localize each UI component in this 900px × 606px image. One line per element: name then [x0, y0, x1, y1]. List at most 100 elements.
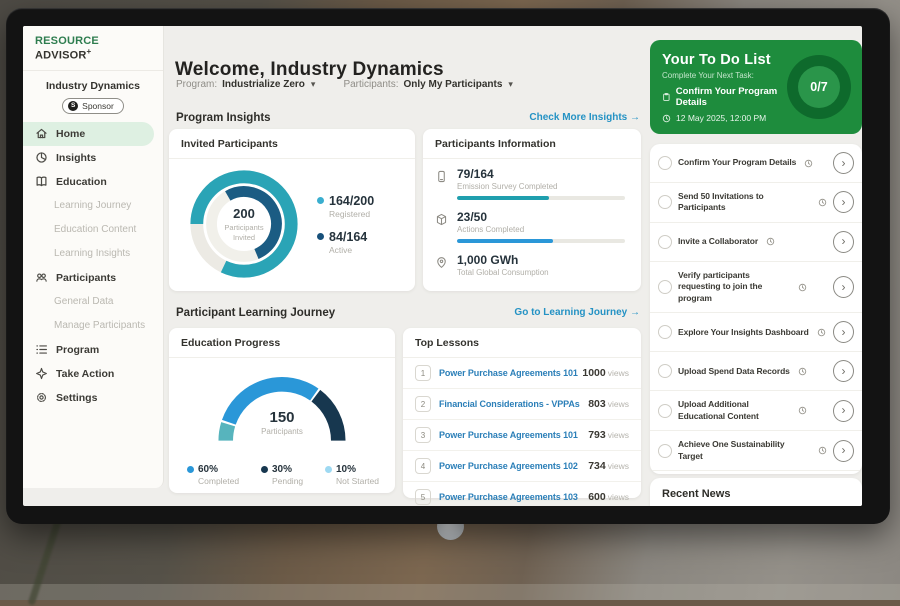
chevron-right-button[interactable]: ›: [833, 440, 854, 462]
todo-item-label: Explore Your Insights Dashboard: [678, 327, 809, 338]
checkbox-circle[interactable]: [658, 235, 672, 249]
chevron-right-button[interactable]: ›: [833, 276, 854, 298]
todo-item[interactable]: Complete Your Learning Journey ›: [650, 471, 862, 474]
actions-cube-icon: [435, 213, 448, 226]
sidebar-item-label: Manage Participants: [54, 320, 145, 331]
todo-item[interactable]: Verify participants requesting to join t…: [650, 262, 862, 313]
sidebar-nav: Home Insights Education Learning Journey…: [23, 122, 163, 410]
todo-progress-value: 0/7: [798, 66, 840, 108]
todo-item[interactable]: Achieve One Sustainability Target ›: [650, 431, 862, 471]
sidebar: RESOURCE ADVISOR+ Industry Dynamics S Sp…: [23, 26, 164, 488]
program-icon: [35, 343, 48, 356]
actions-progress-bar: [457, 239, 625, 243]
sponsor-badge[interactable]: S Sponsor: [62, 98, 124, 114]
invited-card-body: 200 Participants Invited 164/200 Registe…: [169, 159, 415, 283]
lesson-link[interactable]: Power Purchase Agreements 101: [439, 430, 588, 440]
sidebar-item-education-content[interactable]: Education Content: [23, 218, 163, 242]
checkbox-circle[interactable]: [658, 325, 672, 339]
sidebar-item-label: Participants: [56, 272, 116, 284]
participants-filter-dropdown[interactable]: Participants: Only My Participants ▾: [343, 79, 512, 90]
sidebar-item-learning-insights[interactable]: Learning Insights: [23, 242, 163, 266]
sidebar-item-insights[interactable]: Insights: [23, 146, 163, 170]
lesson-link[interactable]: Power Purchase Agreements 102: [439, 461, 588, 471]
todo-next-task: Confirm Your Program Details: [650, 80, 794, 108]
legend-item-completed: 60% Completed: [187, 464, 239, 486]
chevron-right-button[interactable]: ›: [833, 191, 854, 213]
lesson-views: 1000: [582, 367, 605, 379]
account-name: Industry Dynamics: [23, 80, 163, 92]
lesson-row[interactable]: 5 Power Purchase Agreements 103 600views: [403, 482, 641, 506]
chevron-right-button[interactable]: ›: [833, 152, 854, 174]
sidebar-item-label: Education Content: [54, 224, 136, 235]
sidebar-item-label: Program: [56, 344, 99, 356]
todo-item[interactable]: Explore Your Insights Dashboard ›: [650, 313, 862, 352]
legend-item-registered: 164/200 Registered: [317, 194, 374, 219]
gauge-center-value: 150: [269, 409, 294, 426]
lesson-views: 734: [588, 460, 606, 472]
checkbox-circle[interactable]: [658, 195, 672, 209]
donut-legend: 164/200 Registered 84/164 Active: [317, 183, 374, 266]
sidebar-item-manage-participants[interactable]: Manage Participants: [23, 314, 163, 338]
sidebar-item-settings[interactable]: Settings: [23, 386, 163, 410]
gauge-center-label: Participants: [187, 427, 377, 436]
todo-item[interactable]: Send 50 Invitations to Participants ›: [650, 183, 862, 223]
gauge-legend: 60% Completed 30% Pending 10% Not Starte…: [169, 460, 395, 486]
checkbox-circle[interactable]: [658, 444, 672, 458]
lesson-row[interactable]: 4 Power Purchase Agreements 102 734views: [403, 451, 641, 482]
sidebar-item-take-action[interactable]: Take Action: [23, 362, 163, 386]
chevron-right-button[interactable]: ›: [833, 400, 854, 422]
todo-item[interactable]: Upload Additional Educational Content ›: [650, 391, 862, 431]
link-label: Check More Insights: [529, 112, 627, 123]
lesson-rank: 5: [415, 489, 431, 505]
todo-item-label: Upload Additional Educational Content: [678, 399, 790, 422]
lesson-row[interactable]: 1 Power Purchase Agreements 101 1000view…: [403, 358, 641, 389]
sidebar-item-home[interactable]: Home: [23, 122, 154, 146]
sidebar-item-label: Learning Insights: [54, 248, 130, 259]
sidebar-item-learning-journey[interactable]: Learning Journey: [23, 194, 163, 218]
todo-item[interactable]: Confirm Your Program Details ›: [650, 144, 862, 183]
education-gauge-chart: 150 Participants: [187, 363, 377, 460]
go-to-learning-journey-link[interactable]: Go to Learning Journey →: [514, 307, 640, 318]
education-icon: [35, 175, 48, 188]
lesson-row[interactable]: 2 Financial Considerations - VPPAs 803vi…: [403, 389, 641, 420]
todo-item-label: Achieve One Sustainability Target: [678, 439, 810, 462]
chevron-right-button[interactable]: ›: [833, 360, 854, 382]
participants-icon: [35, 271, 48, 284]
clock-icon: [818, 446, 827, 455]
todo-next-task-label: Confirm Your Program Details: [676, 86, 794, 108]
checkbox-circle[interactable]: [658, 280, 672, 294]
sidebar-item-general-data[interactable]: General Data: [23, 290, 163, 314]
program-insights-heading: Program Insights: [176, 112, 271, 124]
sidebar-item-participants[interactable]: Participants: [23, 266, 163, 290]
lesson-row[interactable]: 3 Power Purchase Agreements 101 793views: [403, 420, 641, 451]
legend-pct: 60%: [198, 464, 218, 475]
lesson-rank: 3: [415, 427, 431, 443]
clock-icon: [804, 159, 813, 168]
clock-icon: [662, 114, 671, 123]
sidebar-item-education[interactable]: Education: [23, 170, 163, 194]
todo-item[interactable]: Invite a Collaborator ›: [650, 223, 862, 262]
lesson-link[interactable]: Power Purchase Agreements 103: [439, 492, 588, 502]
card-title: Top Lessons: [403, 328, 641, 358]
pinfo-row-actions: 23/50 Actions Completed: [423, 202, 641, 245]
lesson-link[interactable]: Power Purchase Agreements 101: [439, 368, 582, 378]
check-more-insights-link[interactable]: Check More Insights →: [529, 112, 640, 123]
sidebar-item-label: Education: [56, 176, 107, 188]
checkbox-circle[interactable]: [658, 364, 672, 378]
lesson-link[interactable]: Financial Considerations - VPPAs: [439, 399, 588, 409]
legend-label: Pending: [272, 476, 303, 486]
checkbox-circle[interactable]: [658, 156, 672, 170]
sidebar-item-program[interactable]: Program: [23, 338, 163, 362]
chevron-right-button[interactable]: ›: [833, 231, 854, 253]
todo-item[interactable]: Upload Spend Data Records ›: [650, 352, 862, 391]
participants-filter-value: Only My Participants: [403, 79, 502, 90]
education-progress-card: Education Progress 150 Participants 60% …: [169, 328, 395, 493]
program-filter-dropdown[interactable]: Program: Industrialize Zero ▾: [176, 79, 315, 90]
checkbox-circle[interactable]: [658, 404, 672, 418]
clock-icon: [798, 406, 807, 415]
lesson-views: 793: [588, 429, 606, 441]
todo-due-label: 12 May 2025, 12:00 PM: [676, 113, 766, 123]
program-filter-label: Program:: [176, 79, 217, 90]
chevron-right-button[interactable]: ›: [833, 321, 854, 343]
donut-center-label: Participants Invited: [215, 223, 273, 243]
